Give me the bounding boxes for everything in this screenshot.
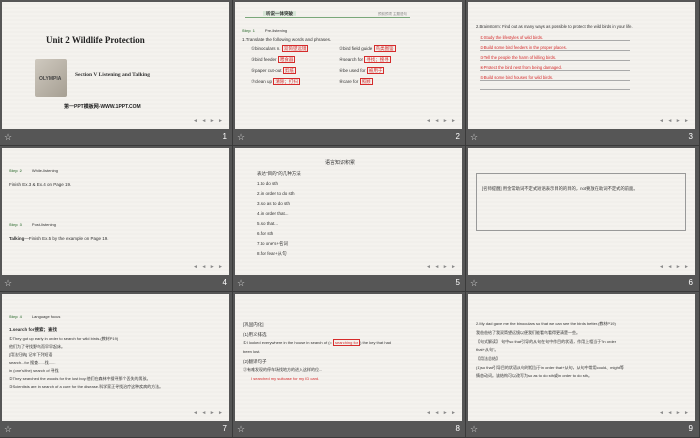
- star-icon[interactable]: ☆: [237, 424, 245, 435]
- slide-thumb-7[interactable]: Step 4 Language focus 1.search for搜索；查找 ①T…: [0, 292, 233, 438]
- slide-thumb-4[interactable]: Step 2 While-listening Finish Ex.3 & Ex.4 …: [0, 146, 233, 292]
- instruction: 2.Brainstorm: Find out as many ways as p…: [476, 24, 633, 29]
- star-icon[interactable]: ☆: [237, 132, 245, 143]
- slide-number: 7: [222, 424, 227, 433]
- slide-3: 2.Brainstorm: Find out as many ways as p…: [468, 2, 695, 129]
- star-icon[interactable]: ☆: [4, 278, 12, 289]
- slide-number: 6: [688, 278, 693, 287]
- slide-thumb-5[interactable]: 语言知识积累 表达"目的"的几种方法 1.to do sth 2.in orde…: [233, 146, 466, 292]
- slide-number: 2: [455, 132, 460, 141]
- star-icon[interactable]: ☆: [4, 424, 12, 435]
- slide-7: Step 4 Language focus 1.search for搜索；查找 ①T…: [2, 294, 229, 421]
- slide-thumb-1[interactable]: Unit 2 Wildlife Protection Section V Lis…: [0, 0, 233, 146]
- star-icon[interactable]: ☆: [4, 132, 12, 143]
- instruction: 1.Translate the following words and phra…: [242, 37, 332, 42]
- section-tab[interactable]: 听说一体突破: [263, 11, 296, 17]
- olympia-image: OLYMPIA: [35, 59, 67, 97]
- slide-thumb-3[interactable]: 2.Brainstorm: Find out as many ways as p…: [466, 0, 700, 146]
- slide-8: [巩固内化] (1)用义排选 ①I looked everywhere in t…: [235, 294, 462, 421]
- slide-nav[interactable]: ◄ ◄ ► ►: [659, 118, 690, 124]
- slide-thumb-8[interactable]: [巩固内化] (1)用义排选 ①I looked everywhere in t…: [233, 292, 466, 438]
- slide-6: [名师提醒] 用金常助词不定式短语表示目的的目的，not要放在助词不定式的前面。…: [468, 148, 695, 275]
- slide-title: Unit 2 Wildlife Protection: [46, 35, 145, 45]
- star-icon[interactable]: ☆: [470, 278, 478, 289]
- top-right-label: 预前预项 主题语句: [378, 12, 407, 16]
- slide-thumb-9[interactable]: 2.My dad gave me the binoculars so that …: [466, 292, 700, 438]
- slide-number: 3: [688, 132, 693, 141]
- star-icon[interactable]: ☆: [237, 278, 245, 289]
- slide-nav[interactable]: ◄ ◄ ► ►: [659, 264, 690, 270]
- star-icon[interactable]: ☆: [470, 132, 478, 143]
- slide-thumb-2[interactable]: 听说一体突破 预前预项 主题语句 Step 1 Pre-listening 1.Tr…: [233, 0, 466, 146]
- slide-number: 8: [455, 424, 460, 433]
- slide-9: 2.My dad gave me the binoculars so that …: [468, 294, 695, 421]
- slide-number: 1: [222, 132, 227, 141]
- slide-nav[interactable]: ◄ ◄ ► ►: [193, 410, 224, 416]
- slide-nav[interactable]: ◄ ◄ ► ►: [193, 118, 224, 124]
- slide-5: 语言知识积累 表达"目的"的几种方法 1.to do sth 2.in orde…: [235, 148, 462, 275]
- slide-title: 语言知识积累: [325, 160, 356, 166]
- section-title: Section V Listening and Talking: [75, 72, 150, 78]
- slide-nav[interactable]: ◄ ◄ ► ►: [426, 118, 457, 124]
- slide-nav[interactable]: ◄ ◄ ► ►: [193, 264, 224, 270]
- slide-4: Step 2 While-listening Finish Ex.3 & Ex.4 …: [2, 148, 229, 275]
- slide-1: Unit 2 Wildlife Protection Section V Lis…: [2, 2, 229, 129]
- slide-2: 听说一体突破 预前预项 主题语句 Step 1 Pre-listening 1.Tr…: [235, 2, 462, 129]
- slide-thumb-6[interactable]: [名师提醒] 用金常助词不定式短语表示目的的目的，not要放在助词不定式的前面。…: [466, 146, 700, 292]
- slide-number: 5: [455, 278, 460, 287]
- slide-nav[interactable]: ◄ ◄ ► ►: [659, 410, 690, 416]
- slide-nav[interactable]: ◄ ◄ ► ►: [426, 410, 457, 416]
- slide-number: 9: [688, 424, 693, 433]
- slide-nav[interactable]: ◄ ◄ ► ►: [426, 264, 457, 270]
- star-icon[interactable]: ☆: [470, 424, 478, 435]
- slide-number: 4: [222, 278, 227, 287]
- site-watermark: 第一PPT模板网-WWW.1PPT.COM: [64, 104, 141, 110]
